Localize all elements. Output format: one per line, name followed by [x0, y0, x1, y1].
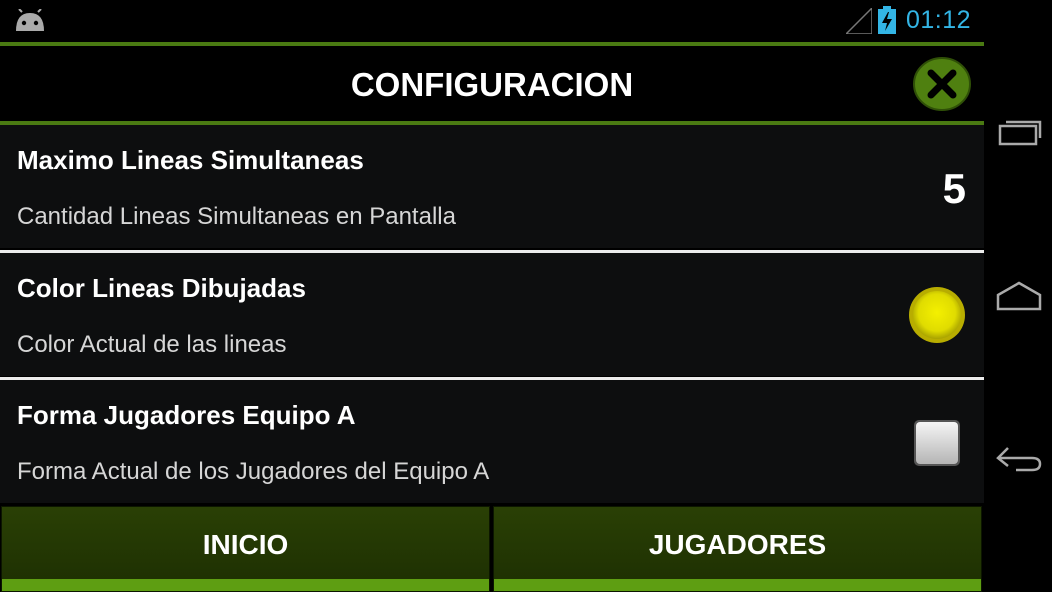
inicio-button-label: INICIO [202, 529, 289, 560]
setting-team-a-shape[interactable]: Forma Jugadores Equipo A Forma Actual de… [0, 380, 984, 503]
inicio-button[interactable]: INICIO [1, 506, 490, 592]
setting-subtitle: Color Actual de las lineas [17, 331, 287, 358]
setting-max-lines[interactable]: Maximo Lineas Simultaneas Cantidad Linea… [0, 125, 984, 248]
back-icon[interactable] [994, 438, 1044, 478]
setting-title: Color Lineas Dibujadas [17, 273, 306, 303]
button-accent-bar [2, 579, 489, 591]
clock: 01:12 [906, 6, 972, 34]
close-icon[interactable] [913, 57, 971, 111]
setting-line-color[interactable]: Color Lineas Dibujadas Color Actual de l… [0, 253, 984, 376]
button-accent-bar [494, 579, 981, 591]
jugadores-button-label: JUGADORES [648, 529, 827, 560]
setting-title: Forma Jugadores Equipo A [17, 400, 356, 430]
screen: 01:12 CONFIGURACION Maximo Lineas Simult… [0, 0, 1052, 592]
page-title: CONFIGURACION [350, 66, 634, 103]
recent-apps-icon[interactable] [994, 112, 1044, 152]
setting-title: Maximo Lineas Simultaneas [17, 145, 364, 175]
header: CONFIGURACION [0, 46, 984, 121]
jugadores-button[interactable]: JUGADORES [493, 506, 982, 592]
bottom-bar: INICIO JUGADORES [0, 504, 984, 592]
setting-subtitle: Cantidad Lineas Simultaneas en Pantalla [17, 203, 456, 230]
setting-subtitle: Forma Actual de los Jugadores del Equipo… [17, 458, 490, 485]
navigation-bar [984, 0, 1052, 592]
android-icon [16, 9, 44, 31]
status-bar: 01:12 [0, 0, 984, 42]
signal-icon [846, 8, 872, 34]
color-swatch[interactable] [907, 285, 967, 345]
max-lines-value: 5 [942, 165, 966, 212]
home-icon[interactable] [994, 275, 1044, 315]
square-shape-icon[interactable] [912, 418, 962, 468]
battery-charging-icon [878, 6, 896, 34]
